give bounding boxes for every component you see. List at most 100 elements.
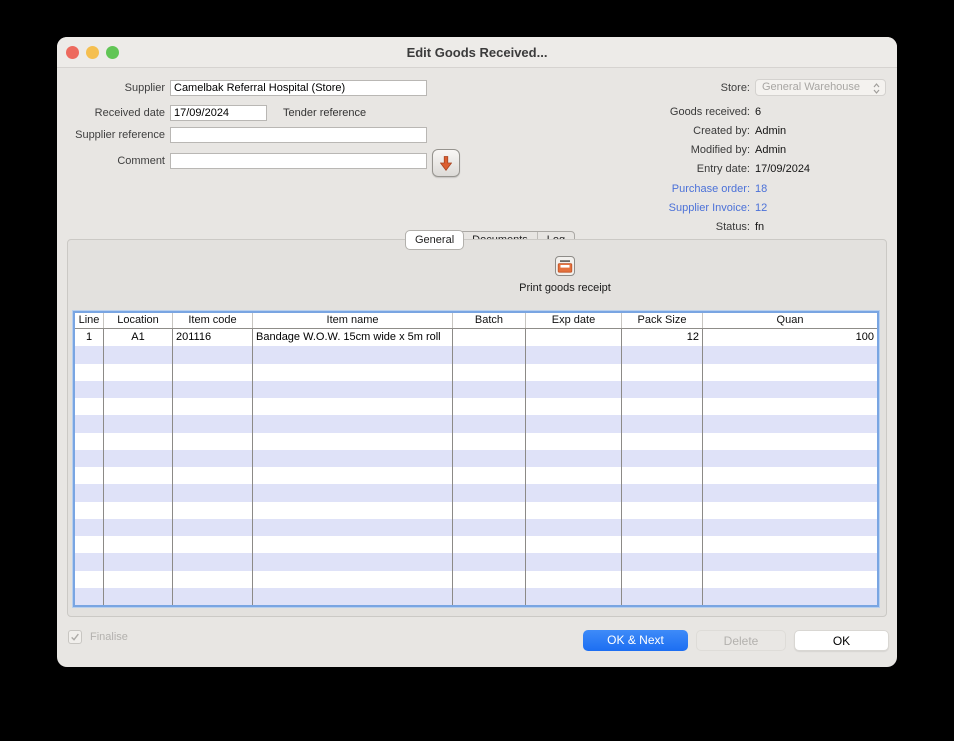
ok-and-next-button[interactable]: OK & Next (583, 630, 688, 651)
cell-pack-size[interactable] (622, 519, 703, 536)
cell-exp-date[interactable] (526, 364, 622, 381)
goods-received-lines-table[interactable]: LineLocationItem codeItem nameBatchExp d… (73, 311, 879, 607)
cell-item-name[interactable] (253, 415, 453, 432)
cell-quan[interactable] (703, 571, 877, 588)
cell-batch[interactable] (453, 519, 526, 536)
cell-line[interactable] (75, 588, 104, 605)
cell-item-code[interactable] (173, 536, 253, 553)
cell-item-code[interactable] (173, 519, 253, 536)
table-empty-row[interactable] (75, 450, 877, 467)
cell-pack-size[interactable] (622, 588, 703, 605)
link-value[interactable]: 12 (755, 202, 767, 214)
cell-item-code[interactable] (173, 450, 253, 467)
cell-location[interactable]: A1 (104, 329, 173, 346)
table-empty-row[interactable] (75, 364, 877, 381)
column-header-line[interactable]: Line (75, 313, 104, 328)
cell-quan[interactable] (703, 346, 877, 363)
cell-line[interactable] (75, 553, 104, 570)
cell-item-code[interactable] (173, 433, 253, 450)
cell-quan[interactable]: 100 (703, 329, 877, 346)
cell-exp-date[interactable] (526, 346, 622, 363)
comment-input[interactable] (170, 153, 427, 169)
cell-location[interactable] (104, 415, 173, 432)
cell-quan[interactable] (703, 588, 877, 605)
cell-location[interactable] (104, 605, 173, 607)
column-header-item-code[interactable]: Item code (173, 313, 253, 328)
cell-location[interactable] (104, 536, 173, 553)
cell-location[interactable] (104, 450, 173, 467)
cell-pack-size[interactable] (622, 467, 703, 484)
finalise-checkbox[interactable] (68, 630, 82, 644)
cell-item-code[interactable] (173, 415, 253, 432)
cell-pack-size[interactable] (622, 450, 703, 467)
cell-batch[interactable] (453, 329, 526, 346)
table-row[interactable]: 1A1201116Bandage W.O.W. 15cm wide x 5m r… (75, 329, 877, 346)
cell-item-code[interactable] (173, 502, 253, 519)
cell-pack-size[interactable] (622, 484, 703, 501)
cell-batch[interactable] (453, 398, 526, 415)
ok-button[interactable]: OK (794, 630, 889, 651)
column-header-exp-date[interactable]: Exp date (526, 313, 622, 328)
cell-item-name[interactable] (253, 571, 453, 588)
cell-batch[interactable] (453, 588, 526, 605)
table-empty-row[interactable] (75, 433, 877, 450)
cell-line[interactable] (75, 605, 104, 607)
cell-line[interactable] (75, 502, 104, 519)
cell-batch[interactable] (453, 571, 526, 588)
table-empty-row[interactable] (75, 571, 877, 588)
cell-quan[interactable] (703, 519, 877, 536)
cell-exp-date[interactable] (526, 433, 622, 450)
cell-batch[interactable] (453, 467, 526, 484)
cell-line[interactable] (75, 398, 104, 415)
cell-quan[interactable] (703, 433, 877, 450)
table-empty-row[interactable] (75, 415, 877, 432)
cell-exp-date[interactable] (526, 329, 622, 346)
table-empty-row[interactable] (75, 536, 877, 553)
cell-exp-date[interactable] (526, 484, 622, 501)
cell-line[interactable] (75, 415, 104, 432)
cell-exp-date[interactable] (526, 536, 622, 553)
cell-pack-size[interactable] (622, 415, 703, 432)
cell-batch[interactable] (453, 484, 526, 501)
cell-item-name[interactable] (253, 553, 453, 570)
titlebar[interactable]: Edit Goods Received... (57, 37, 897, 68)
cell-line[interactable] (75, 364, 104, 381)
cell-batch[interactable] (453, 415, 526, 432)
cell-line[interactable] (75, 346, 104, 363)
cell-item-code[interactable] (173, 381, 253, 398)
table-empty-row[interactable] (75, 553, 877, 570)
expand-comment-button[interactable] (432, 149, 460, 177)
cell-item-name[interactable] (253, 346, 453, 363)
cell-pack-size[interactable] (622, 398, 703, 415)
cell-exp-date[interactable] (526, 519, 622, 536)
cell-line[interactable] (75, 433, 104, 450)
column-header-pack-size[interactable]: Pack Size (622, 313, 703, 328)
cell-quan[interactable] (703, 536, 877, 553)
cell-item-name[interactable] (253, 484, 453, 501)
cell-item-code[interactable] (173, 346, 253, 363)
cell-item-code[interactable] (173, 398, 253, 415)
cell-pack-size[interactable] (622, 536, 703, 553)
cell-item-code[interactable] (173, 484, 253, 501)
cell-exp-date[interactable] (526, 571, 622, 588)
cell-line[interactable] (75, 450, 104, 467)
cell-location[interactable] (104, 381, 173, 398)
cell-location[interactable] (104, 398, 173, 415)
cell-batch[interactable] (453, 433, 526, 450)
column-header-batch[interactable]: Batch (453, 313, 526, 328)
cell-item-name[interactable] (253, 519, 453, 536)
cell-item-name[interactable] (253, 433, 453, 450)
cell-batch[interactable] (453, 553, 526, 570)
cell-item-name[interactable] (253, 588, 453, 605)
cell-line[interactable] (75, 571, 104, 588)
cell-pack-size[interactable] (622, 381, 703, 398)
cell-line[interactable] (75, 381, 104, 398)
cell-quan[interactable] (703, 605, 877, 607)
table-empty-row[interactable] (75, 605, 877, 607)
cell-exp-date[interactable] (526, 588, 622, 605)
cell-location[interactable] (104, 467, 173, 484)
cell-line[interactable]: 1 (75, 329, 104, 346)
cell-quan[interactable] (703, 364, 877, 381)
cell-location[interactable] (104, 364, 173, 381)
cell-item-code[interactable]: 201116 (173, 329, 253, 346)
